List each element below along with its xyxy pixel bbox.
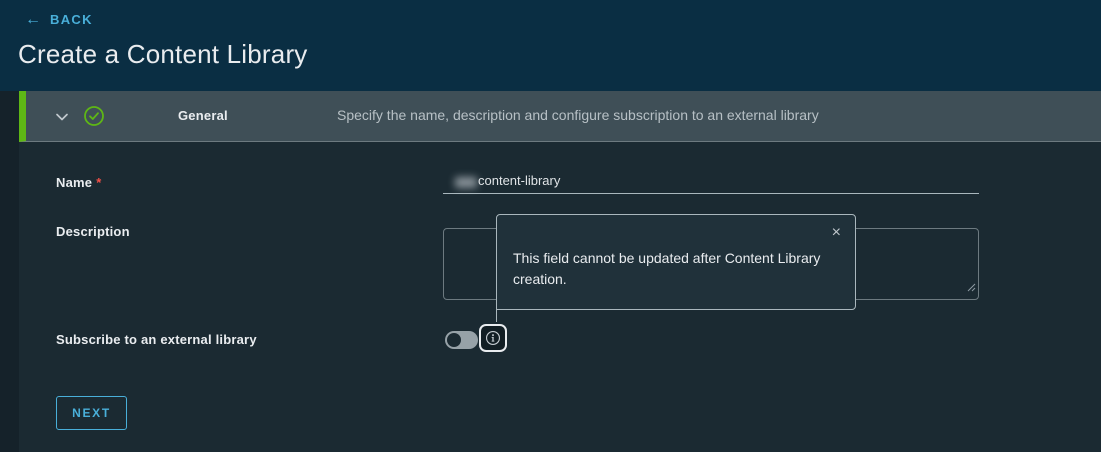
- name-input-value: content-library: [478, 173, 561, 188]
- back-link[interactable]: ← BACK: [25, 10, 93, 28]
- chevron-down-icon[interactable]: [55, 110, 69, 128]
- name-label-text: Name: [56, 175, 93, 190]
- next-button[interactable]: NEXT: [56, 396, 127, 430]
- subscribe-toggle[interactable]: [445, 331, 478, 349]
- back-label: BACK: [50, 12, 93, 27]
- tooltip-text: This field cannot be updated after Conte…: [513, 250, 821, 287]
- name-input[interactable]: content-library: [443, 167, 979, 194]
- textarea-resize-handle[interactable]: [966, 279, 976, 297]
- step-title: General: [178, 108, 228, 123]
- step-description: Specify the name, description and config…: [337, 107, 819, 123]
- name-label: Name *: [56, 175, 101, 190]
- subscribe-label: Subscribe to an external library: [56, 332, 257, 347]
- wizard-header: ← BACK Create a Content Library: [0, 0, 1101, 91]
- info-tooltip: × This field cannot be updated after Con…: [496, 214, 856, 322]
- close-icon[interactable]: ×: [832, 225, 841, 241]
- description-label: Description: [56, 224, 130, 239]
- step-complete-icon: [83, 105, 105, 132]
- redacted-text-blur: [455, 177, 477, 188]
- create-content-library-wizard: ← BACK Create a Content Library General …: [0, 0, 1101, 452]
- required-asterisk: *: [96, 175, 102, 190]
- back-arrow-icon: ←: [25, 10, 41, 28]
- toggle-knob: [447, 333, 461, 347]
- info-circle-icon[interactable]: [479, 324, 507, 352]
- page-title: Create a Content Library: [18, 39, 308, 69]
- general-step-form: Name * content-library Description × This…: [19, 142, 1101, 452]
- step-general-header[interactable]: General Specify the name, description an…: [19, 91, 1101, 142]
